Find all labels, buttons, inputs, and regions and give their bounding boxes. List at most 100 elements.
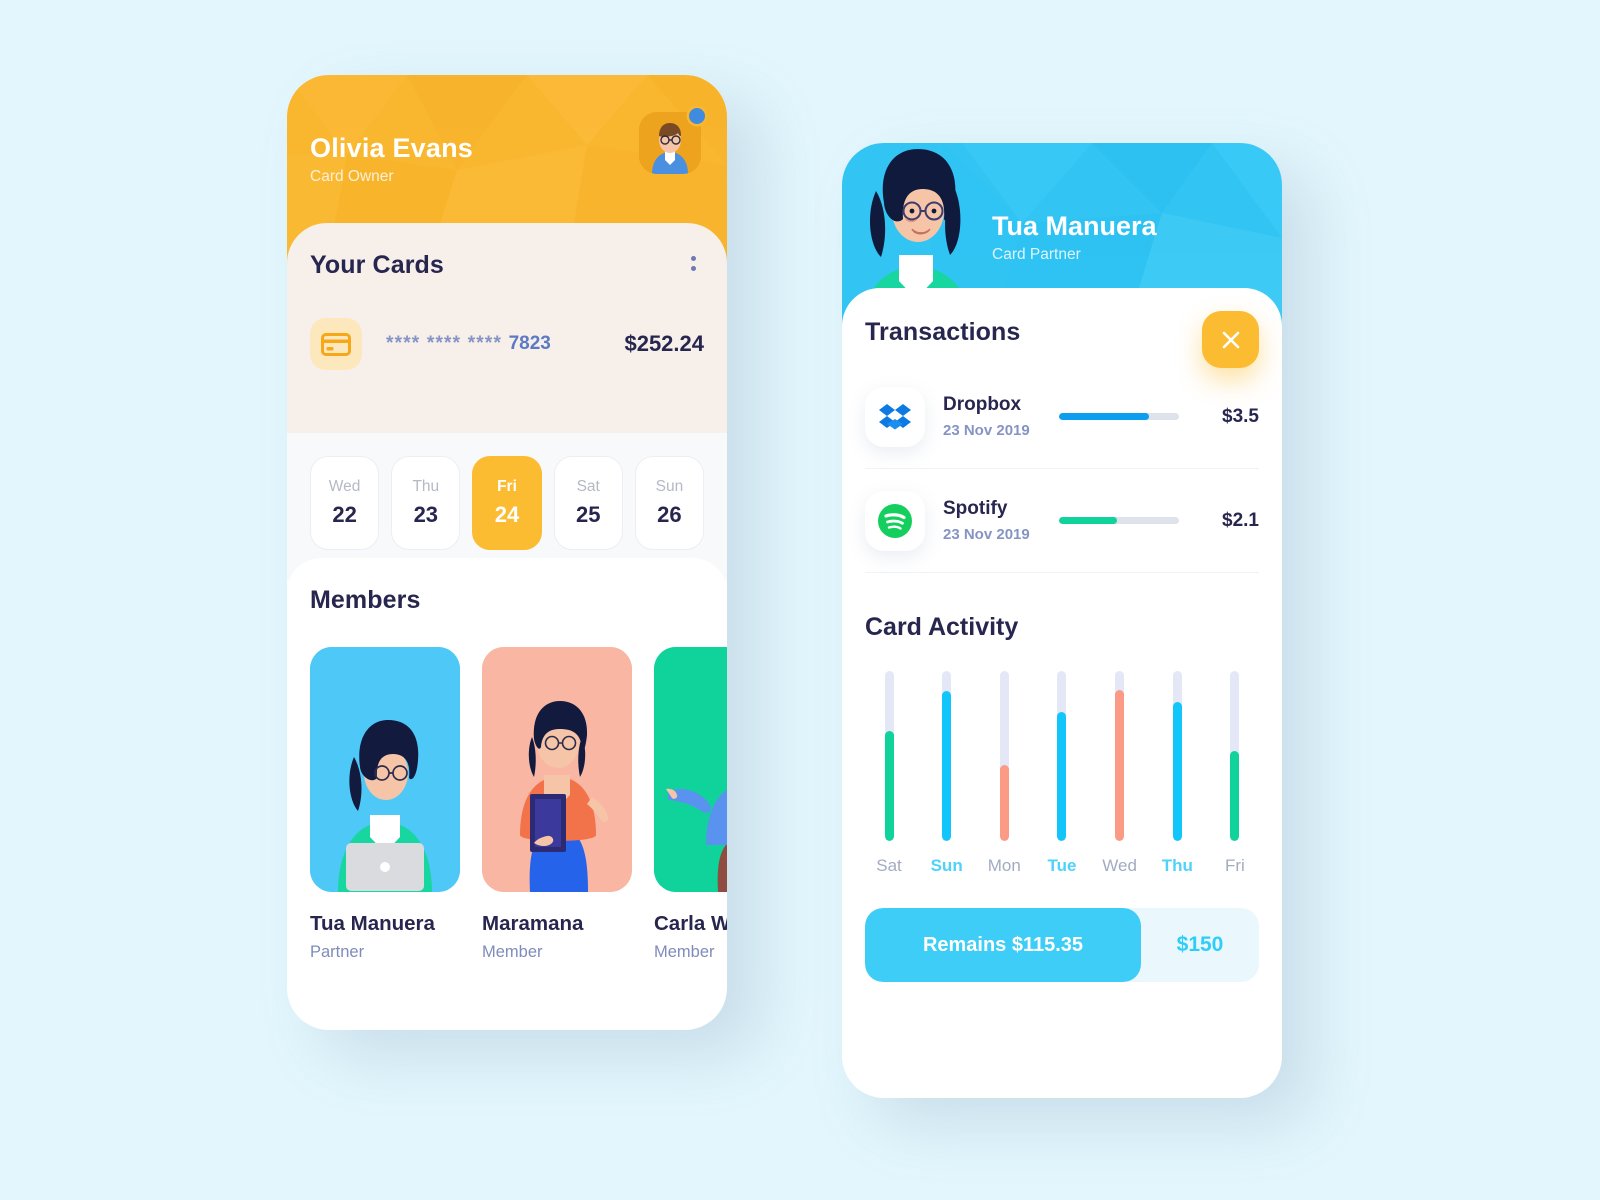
activity-bar-wed[interactable]: Wed [1101,671,1139,876]
transactions-list: Dropbox 23 Nov 2019 $3.5 Spotify 23 Nov … [865,365,1259,573]
transaction-progress-fill [1059,517,1117,524]
transaction-date: 23 Nov 2019 [943,526,1030,543]
card-activity-title: Card Activity [865,613,1019,641]
right-phone-screen: Tua Manuera Card Partner Transactions Dr… [842,143,1282,1098]
transaction-date: 23 Nov 2019 [943,422,1030,439]
card-balance: $252.24 [624,331,704,356]
date-chip-day: Sun [655,478,684,495]
screenshot-stage: Olivia Evans Card Owner Your Cards **** … [0,0,1600,1200]
date-chip-fri-selected[interactable]: Fri 24 [472,456,542,550]
transaction-row[interactable]: Dropbox 23 Nov 2019 $3.5 [865,365,1259,469]
date-chip-sun[interactable]: Sun 26 [634,456,705,550]
your-cards-header: Your Cards [310,251,704,280]
activity-bar-fill [999,764,1009,841]
date-chip-wed[interactable]: Wed 22 [310,456,380,550]
right-content-sheet: Transactions Dropbox 23 Nov 2019 $3.5 Sp… [842,288,1282,876]
member-avatar [654,647,727,892]
date-chip-num: 25 [575,502,601,527]
your-cards-panel: Your Cards **** **** **** 7823 $252.24 [287,223,727,433]
partner-identity: Tua Manuera Card Partner [992,211,1157,264]
spotify-icon [865,490,925,551]
date-chip-day: Sat [576,478,600,495]
kebab-menu-icon[interactable] [682,251,704,275]
transaction-progress-bar [1059,517,1179,524]
activity-bar-label: Thu [1161,856,1193,875]
left-phone-screen: Olivia Evans Card Owner Your Cards **** … [287,75,727,1030]
partner-role: Card Partner [992,246,1081,263]
date-chip-num: 24 [494,502,520,527]
activity-bar-thu[interactable]: Thu [1158,671,1196,876]
credit-card-icon [310,318,362,370]
member-avatar [310,647,460,892]
man-with-glasses-icon [654,647,727,892]
members-panel: Members Tua Manuera Partner Maramana Mem… [287,558,727,968]
transaction-amount: $2.1 [1222,509,1259,531]
transaction-name: Dropbox [943,394,1022,415]
budget-footer: Remains $115.35 $150 [865,908,1259,982]
date-strip: Wed 22 Thu 23 Fri 24 Sat 25 Sun 26 [310,456,705,550]
activity-bar-mon[interactable]: Mon [985,671,1023,876]
transaction-progress-bar [1059,413,1179,420]
members-list: Tua Manuera Partner Maramana Member Carl… [310,647,727,962]
transaction-row[interactable]: Spotify 23 Nov 2019 $2.1 [865,469,1259,573]
remains-button[interactable]: Remains $115.35 [865,908,1141,982]
member-card[interactable]: Carla W Member [654,647,727,962]
activity-bar-fill [1230,750,1240,841]
woman-with-laptop-icon [310,647,460,892]
transaction-info: Spotify 23 Nov 2019 [943,498,1030,543]
close-button[interactable] [1202,311,1259,368]
member-name: Tua Manuera [310,912,435,935]
dropbox-glyph [879,403,911,429]
activity-bar-label: Wed [1102,856,1137,875]
date-chip-num: 26 [657,502,682,527]
budget-limit-label: $150 [1176,933,1224,956]
transaction-info: Dropbox 23 Nov 2019 [943,394,1030,439]
activity-bar-tue[interactable]: Tue [1043,671,1081,876]
online-badge-icon [689,108,705,124]
member-card[interactable]: Tua Manuera Partner [310,647,460,962]
members-title: Members [310,586,421,614]
transaction-name: Spotify [943,498,1008,519]
card-activity-chart: Sat Sun Mon Tue Wed Thu Fri [865,671,1259,876]
transaction-amount: $3.5 [1222,405,1259,427]
card-last4: 7823 [508,333,551,354]
card-masked-digits: **** **** **** [386,333,503,354]
date-chip-num: 22 [332,502,357,527]
activity-bar-fill [1115,689,1125,841]
member-name: Maramana [482,912,584,935]
owner-role: Card Owner [310,168,394,185]
card-list-item[interactable]: **** **** **** 7823 $252.24 [310,318,704,370]
member-card[interactable]: Maramana Member [482,647,632,962]
credit-card-glyph [321,332,351,356]
date-chip-thu[interactable]: Thu 23 [391,456,461,550]
activity-bar-label: Sat [876,856,902,875]
woman-with-book-icon [482,647,632,892]
partner-name: Tua Manuera [992,211,1157,241]
member-name: Carla W [654,912,727,935]
activity-bar-fill [1057,711,1067,841]
activity-bar-label: Tue [1047,856,1077,875]
activity-bar-fri[interactable]: Fri [1216,671,1254,876]
spotify-glyph [878,503,912,538]
transaction-progress-fill [1059,413,1149,420]
date-chip-sat[interactable]: Sat 25 [553,456,623,550]
member-role: Member [482,943,543,961]
activity-bar-track [999,671,1009,841]
activity-bar-track [884,671,894,841]
date-chip-day: Wed [328,478,361,495]
activity-bar-sat[interactable]: Sat [870,671,908,876]
owner-name: Olivia Evans [310,133,473,163]
activity-bar-track [1230,671,1240,841]
date-chip-day: Fri [497,478,517,495]
close-x-icon [1222,331,1239,348]
activity-bar-fill [1172,701,1182,841]
transactions-title: Transactions [865,318,1021,346]
activity-bar-track [942,671,952,841]
activity-bar-label: Fri [1225,856,1245,875]
dropbox-icon [865,386,925,447]
activity-bar-sun[interactable]: Sun [928,671,966,876]
member-role: Partner [310,943,365,961]
member-avatar [482,647,632,892]
activity-bar-label: Mon [987,856,1021,875]
date-chip-day: Thu [412,478,440,495]
